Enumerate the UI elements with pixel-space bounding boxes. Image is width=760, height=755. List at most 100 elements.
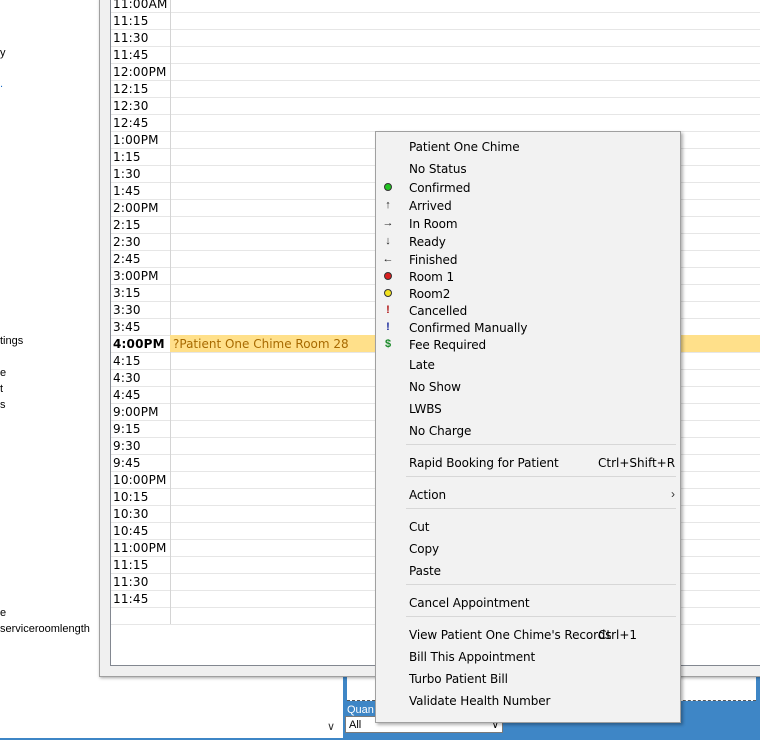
menu-item-label: Action [409,488,446,502]
menu-item-label: No Show [409,380,461,394]
menu-item-label: Paste [409,564,441,578]
menu-item-validate-health-number[interactable]: Validate Health Number [376,691,680,711]
menu-separator [406,584,676,585]
time-label: 12:00PM [111,63,171,80]
time-label: 11:45 [111,46,171,63]
menu-item-label: Cut [409,520,430,534]
menu-item-fee-required[interactable]: $ Fee Required [376,335,680,355]
menu-item-view-patient-one-chime-s-records[interactable]: View Patient One Chime's Records Ctrl+1 [376,625,680,645]
menu-item-shortcut: Ctrl+Shift+R [598,456,676,470]
blue-exclamation-icon: ! [386,321,390,333]
menu-item-label: Late [409,358,435,372]
schedule-row[interactable]: 12:15 [111,80,760,98]
menu-separator [406,616,676,617]
menu-item-label: Ready [409,235,446,249]
time-label: 2:45 [111,250,171,267]
menu-item-turbo-patient-bill[interactable]: Turbo Patient Bill [376,669,680,689]
time-label: 3:15 [111,284,171,301]
time-label: 2:30 [111,233,171,250]
menu-item-no-charge[interactable]: No Charge [376,421,680,441]
time-label: 1:45 [111,182,171,199]
schedule-row[interactable]: 12:30 [111,97,760,115]
filter-select-value: All [349,719,362,731]
time-label: 4:15 [111,352,171,369]
schedule-row[interactable]: 12:00PM [111,63,760,81]
scroll-down-icon[interactable]: ∨ [327,720,335,733]
menu-item-bill-this-appointment[interactable]: Bill This Appointment [376,647,680,667]
time-label: 1:15 [111,148,171,165]
menu-item-label: LWBS [409,402,442,416]
menu-item-confirmed[interactable]: Confirmed [376,178,680,198]
menu-separator [406,444,676,445]
sidebar-fragment[interactable]: y [0,47,6,59]
menu-item-arrived[interactable]: ↑ Arrived [376,196,680,216]
time-label: 2:15 [111,216,171,233]
menu-item-label: Copy [409,542,440,556]
menu-item-label: Fee Required [409,338,487,352]
menu-item-copy[interactable]: Copy [376,539,680,559]
red-dot-icon [382,269,394,283]
menu-separator [406,476,676,477]
time-label: 1:00PM [111,131,171,148]
time-label: 10:00PM [111,471,171,488]
time-label [111,607,171,624]
time-label: 10:30 [111,505,171,522]
time-label: 11:45 [111,590,171,607]
menu-item-label: Cancelled [409,304,468,318]
menu-item-label: Cancel Appointment [409,596,530,610]
time-label: 4:30 [111,369,171,386]
time-label: 9:30 [111,437,171,454]
time-label: 11:00PM [111,539,171,556]
time-label: 2:00PM [111,199,171,216]
time-label: 1:30 [111,165,171,182]
schedule-row[interactable]: 11:15 [111,12,760,30]
sidebar-fragment[interactable]: e [0,367,6,379]
menu-item-ready[interactable]: ↓ Ready [376,232,680,252]
sidebar-fragment[interactable]: tings [0,335,23,347]
menu-item-patient-one-chime[interactable]: Patient One Chime [376,137,680,157]
menu-item-cut[interactable]: Cut [376,517,680,537]
time-label: 11:15 [111,12,171,29]
menu-item-label: Room 1 [409,270,455,284]
filter-label: Quan [347,704,374,716]
sidebar-fragment[interactable]: e [0,607,6,619]
sidebar-fragment[interactable]: . [0,78,3,90]
schedule-row[interactable]: 11:45 [111,46,760,64]
menu-item-no-status[interactable]: No Status [376,159,680,179]
time-label: 4:00PM [111,335,171,352]
red-exclamation-icon: ! [386,304,390,316]
menu-item-late[interactable]: Late [376,355,680,375]
time-label: 11:30 [111,29,171,46]
schedule-row[interactable]: 11:30 [111,29,760,47]
sidebar-fragment[interactable]: t [0,383,3,395]
menu-item-label: Confirmed Manually [409,321,528,335]
menu-item-label: Rapid Booking for Patient [409,456,559,470]
schedule-row[interactable]: 12:45 [111,114,760,132]
menu-item-shortcut: Ctrl+1 [598,628,638,642]
sidebar-fragment[interactable]: serviceroomlength [0,623,90,635]
menu-item-lwbs[interactable]: LWBS [376,399,680,419]
menu-item-label: View Patient One Chime's Records [409,628,612,642]
time-label: 12:45 [111,114,171,131]
bottom-border [0,738,760,740]
arrow-left-icon: ← [382,253,394,265]
menu-item-cancel-appointment[interactable]: Cancel Appointment [376,593,680,613]
time-label: 3:30 [111,301,171,318]
menu-item-paste[interactable]: Paste [376,561,680,581]
menu-item-label: Confirmed [409,181,471,195]
sidebar-fragment[interactable]: s [0,399,6,411]
menu-separator [406,508,676,509]
arrow-up-icon: ↑ [385,199,391,211]
menu-item-label: Turbo Patient Bill [409,672,508,686]
time-label: 12:30 [111,97,171,114]
time-label: 10:45 [111,522,171,539]
menu-item-label: In Room [409,217,458,231]
menu-item-in-room[interactable]: → In Room [376,214,680,234]
green-dot-icon [382,180,394,194]
menu-item-action[interactable]: Action › [376,485,680,505]
appointment-label: ?Patient One Chime Room 28 [173,337,349,351]
menu-item-rapid-booking-for-patient[interactable]: Rapid Booking for Patient Ctrl+Shift+R [376,453,680,473]
menu-item-no-show[interactable]: No Show [376,377,680,397]
menu-item-label: No Charge [409,424,472,438]
time-label: 9:00PM [111,403,171,420]
